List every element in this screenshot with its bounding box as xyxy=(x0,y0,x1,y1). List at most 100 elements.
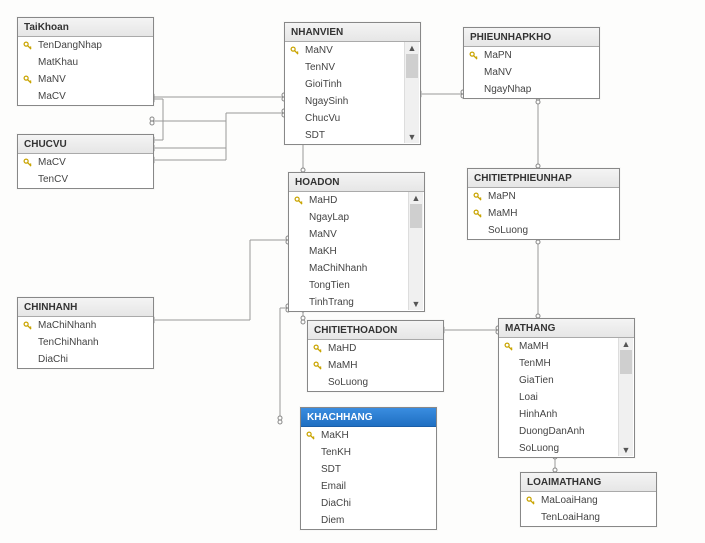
field-name: MaNV xyxy=(301,45,333,56)
primary-key-icon xyxy=(312,361,324,371)
scroll-track[interactable] xyxy=(410,228,422,298)
table-header[interactable]: PHIEUNHAPKHO xyxy=(464,28,599,47)
field-row[interactable]: DuongDanAnh xyxy=(499,423,619,440)
scroll-down-icon[interactable]: ▼ xyxy=(409,298,423,310)
field-row[interactable]: NgayLap xyxy=(289,209,409,226)
scroll-down-icon[interactable]: ▼ xyxy=(619,444,633,456)
field-row[interactable]: MaPN xyxy=(468,188,619,205)
table-header[interactable]: KHACHHANG xyxy=(301,408,436,427)
field-name: ChucVu xyxy=(301,113,340,124)
field-row[interactable]: MaCV xyxy=(18,154,153,171)
field-row[interactable]: Diem xyxy=(301,512,436,529)
table-mathang[interactable]: MATHANG MaMHTenMHGiaTienLoaiHinhAnh Duong… xyxy=(498,318,635,458)
field-row[interactable]: SDT xyxy=(285,127,405,144)
table-body: MaHDNgayLapMaNVMaKHMaChiNhanhTongTienTin… xyxy=(289,192,409,311)
scroll-thumb[interactable] xyxy=(620,350,632,374)
field-name: DuongDanAnh xyxy=(515,426,585,437)
field-row[interactable]: SoLuong xyxy=(468,222,619,239)
field-row[interactable]: MaKH xyxy=(289,243,409,260)
table-header[interactable]: HOADON xyxy=(289,173,424,192)
table-nhanvien[interactable]: NHANVIEN MaNV TenNVGioiTinh NgaySinh ChucVu… xyxy=(284,22,421,145)
field-row[interactable]: MaChiNhanh xyxy=(289,260,409,277)
scroll-thumb[interactable] xyxy=(410,204,422,228)
table-header[interactable]: MATHANG xyxy=(499,319,634,338)
field-row[interactable]: MaNV xyxy=(289,226,409,243)
field-name: DiaChi xyxy=(317,498,351,509)
field-name: SoLuong xyxy=(324,377,368,388)
field-row[interactable]: GiaTien xyxy=(499,372,619,389)
scroll-up-icon[interactable]: ▲ xyxy=(409,192,423,204)
field-name: SoLuong xyxy=(515,443,559,454)
scrollbar[interactable]: ▲▼ xyxy=(408,192,423,310)
field-row[interactable]: MaMH xyxy=(499,338,619,355)
field-row[interactable]: DiaChi xyxy=(301,495,436,512)
field-row[interactable]: TenNV xyxy=(285,59,405,76)
field-row[interactable]: TenChiNhanh xyxy=(18,334,153,351)
primary-key-icon xyxy=(293,196,305,206)
table-body: MaMHTenMHGiaTienLoaiHinhAnh DuongDanAnh So… xyxy=(499,338,619,457)
table-phieunhapkho[interactable]: PHIEUNHAPKHO MaPNMaNVNgayNhap xyxy=(463,27,600,99)
table-chitietphieunhap[interactable]: CHITIETPHIEUNHAP MaPN MaMHSoLuong xyxy=(467,168,620,240)
table-chucvu[interactable]: CHUCVU MaCV TenCV xyxy=(17,134,154,189)
field-row[interactable]: MatKhau xyxy=(18,54,153,71)
scroll-down-icon[interactable]: ▼ xyxy=(405,131,419,143)
field-row[interactable]: SoLuong xyxy=(499,440,619,457)
table-header[interactable]: CHITIETPHIEUNHAP xyxy=(468,169,619,188)
field-row[interactable]: DiaChi xyxy=(18,351,153,368)
field-row[interactable]: MaChiNhanh xyxy=(18,317,153,334)
field-row[interactable]: NgayNhap xyxy=(464,81,599,98)
table-header[interactable]: NHANVIEN xyxy=(285,23,420,42)
table-header[interactable]: TaiKhoan xyxy=(18,18,153,37)
field-row[interactable]: MaNV xyxy=(18,71,153,88)
field-row[interactable]: Email xyxy=(301,478,436,495)
table-taikhoan[interactable]: TaiKhoan TenDangNhapMatKhau MaNVMaCV xyxy=(17,17,154,106)
field-row[interactable]: TenDangNhap xyxy=(18,37,153,54)
scroll-thumb[interactable] xyxy=(406,54,418,78)
field-row[interactable]: ChucVu xyxy=(285,110,405,127)
field-row[interactable]: TenLoaiHang xyxy=(521,509,656,526)
table-loaimathang[interactable]: LOAIMATHANG MaLoaiHangTenLoaiHang xyxy=(520,472,657,527)
field-name: TenCV xyxy=(34,174,68,185)
field-row[interactable]: NgaySinh xyxy=(285,93,405,110)
scrollbar[interactable]: ▲▼ xyxy=(618,338,633,456)
field-row[interactable]: MaNV xyxy=(464,64,599,81)
table-header[interactable]: LOAIMATHANG xyxy=(521,473,656,492)
primary-key-icon xyxy=(22,321,34,331)
field-row[interactable]: HinhAnh xyxy=(499,406,619,423)
field-row[interactable]: SoLuong xyxy=(308,374,443,391)
field-row[interactable]: MaPN xyxy=(464,47,599,64)
field-row[interactable]: MaMH xyxy=(468,205,619,222)
field-row[interactable]: MaCV xyxy=(18,88,153,105)
field-name: MaHD xyxy=(324,343,356,354)
field-name: NgaySinh xyxy=(301,96,348,107)
field-row[interactable]: TinhTrang xyxy=(289,294,409,311)
scroll-track[interactable] xyxy=(620,374,632,444)
field-row[interactable]: TenCV xyxy=(18,171,153,188)
field-row[interactable]: TenKH xyxy=(301,444,436,461)
field-row[interactable]: GioiTinh xyxy=(285,76,405,93)
table-chinhanh[interactable]: CHINHANH MaChiNhanhTenChiNhanhDiaChi xyxy=(17,297,154,369)
field-row[interactable]: MaHD xyxy=(289,192,409,209)
field-row[interactable]: Loai xyxy=(499,389,619,406)
table-chitiethoadon[interactable]: CHITIETHOADON MaHD MaMH SoLuong xyxy=(307,320,444,392)
field-row[interactable]: MaLoaiHang xyxy=(521,492,656,509)
table-khachhang[interactable]: KHACHHANG MaKHTenKHSDTEmail DiaChi Diem xyxy=(300,407,437,530)
field-row[interactable]: MaHD xyxy=(308,340,443,357)
field-name: SDT xyxy=(301,130,325,141)
field-row[interactable]: MaNV xyxy=(285,42,405,59)
table-header[interactable]: CHITIETHOADON xyxy=(308,321,443,340)
table-header[interactable]: CHINHANH xyxy=(18,298,153,317)
table-header[interactable]: CHUCVU xyxy=(18,135,153,154)
field-row[interactable]: MaMH xyxy=(308,357,443,374)
field-row[interactable]: TongTien xyxy=(289,277,409,294)
field-row[interactable]: MaKH xyxy=(301,427,436,444)
table-hoadon[interactable]: HOADON MaHDNgayLapMaNVMaKHMaChiNhanhTong… xyxy=(288,172,425,312)
field-row[interactable]: TenMH xyxy=(499,355,619,372)
primary-key-icon xyxy=(22,75,34,85)
scroll-up-icon[interactable]: ▲ xyxy=(405,42,419,54)
scroll-track[interactable] xyxy=(406,78,418,131)
field-row[interactable]: SDT xyxy=(301,461,436,478)
scroll-up-icon[interactable]: ▲ xyxy=(619,338,633,350)
table-body: MaKHTenKHSDTEmail DiaChi Diem xyxy=(301,427,436,529)
scrollbar[interactable]: ▲▼ xyxy=(404,42,419,143)
